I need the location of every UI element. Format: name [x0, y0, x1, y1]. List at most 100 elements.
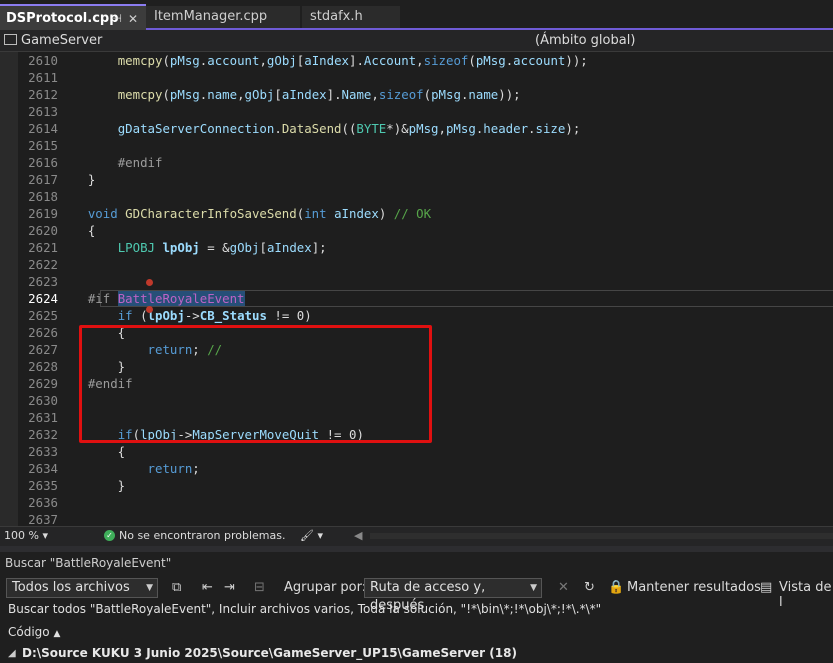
line-number: 2626 — [28, 325, 58, 340]
code-line[interactable]: 2634 return; — [0, 460, 833, 477]
project-dropdown[interactable]: GameServer — [4, 32, 504, 49]
line-number: 2618 — [28, 189, 58, 204]
zoom-level-dropdown[interactable]: 100 % ▾ — [4, 527, 48, 545]
tab-itemmanager-cpp[interactable]: ItemManager.cpp — [146, 6, 300, 28]
line-number: 2621 — [28, 240, 58, 255]
code-line[interactable]: 2621 LPOBJ lpObj = &gObj[aIndex]; — [0, 239, 833, 256]
sort-up-icon: ▲ — [53, 629, 61, 639]
code-line[interactable]: 2637 — [0, 511, 833, 526]
code-line[interactable]: 2636 — [0, 494, 833, 511]
line-number: 2632 — [28, 427, 58, 442]
code-text[interactable]: { — [58, 443, 125, 460]
group-by-select[interactable]: Ruta de acceso y, después ▼ — [364, 578, 542, 613]
code-line[interactable]: 2610 memcpy(pMsg.account,gObj[aIndex].Ac… — [0, 52, 833, 69]
find-results-panel: Buscar "BattleRoyaleEvent" Todos los arc… — [0, 552, 833, 663]
breakpoint-marker — [146, 279, 153, 286]
code-column-label: Código — [8, 625, 50, 639]
code-text[interactable]: if (lpObj->CB_Status != 0) — [58, 307, 312, 324]
line-number: 2634 — [28, 461, 58, 476]
list-view-button[interactable]: Vista de l — [779, 580, 833, 610]
code-line[interactable]: 2620 { — [0, 222, 833, 239]
chevron-down-icon: ▼ — [146, 583, 153, 593]
code-text[interactable]: void GDCharacterInfoSaveSend(int aIndex)… — [58, 205, 431, 222]
project-icon — [4, 34, 17, 45]
tab-label: stdafx.h — [310, 9, 363, 24]
previous-result-icon[interactable]: ⇤ — [202, 580, 213, 595]
line-number: 2631 — [28, 410, 58, 425]
copy-icon[interactable]: ⧉ — [172, 580, 181, 595]
line-number: 2617 — [28, 172, 58, 187]
clear-filter-icon[interactable]: ⊟ — [254, 580, 265, 595]
tab-stdafx-h[interactable]: stdafx.h — [302, 6, 400, 28]
line-number: 2636 — [28, 495, 58, 510]
chevron-down-icon[interactable]: ◢ — [8, 644, 16, 663]
code-text[interactable]: { — [58, 222, 95, 239]
result-path: D:\Source KUKU 3 Junio 2025\Source\GameS… — [22, 646, 517, 660]
list-view-icon[interactable]: ▤ — [760, 580, 772, 595]
line-number: 2629 — [28, 376, 58, 391]
close-icon[interactable]: ✕ — [128, 6, 138, 32]
code-text[interactable]: LPOBJ lpObj = &gObj[aIndex]; — [58, 239, 327, 256]
lock-icon[interactable]: 🔒 — [608, 580, 624, 595]
code-line[interactable]: 2619 void GDCharacterInfoSaveSend(int aI… — [0, 205, 833, 222]
code-text[interactable]: memcpy(pMsg.name,gObj[aIndex].Name,sizeo… — [58, 86, 521, 103]
zoom-value: 100 % — [4, 529, 39, 542]
line-number: 2613 — [28, 104, 58, 119]
group-by-label: Agrupar por: — [284, 580, 367, 595]
line-number: 2635 — [28, 478, 58, 493]
scope-label: (Ámbito global) — [535, 33, 636, 48]
line-number: 2637 — [28, 512, 58, 526]
code-line[interactable]: 2622 — [0, 256, 833, 273]
code-line[interactable]: 2618 — [0, 188, 833, 205]
highlight-annotation-box — [79, 325, 432, 443]
code-text[interactable]: memcpy(pMsg.account,gObj[aIndex].Account… — [58, 52, 588, 69]
breakpoint-marker — [146, 306, 153, 313]
code-line[interactable]: 2614 gDataServerConnection.DataSend((BYT… — [0, 120, 833, 137]
line-number: 2624 — [28, 291, 58, 306]
pin-icon[interactable]: ⊣ — [112, 6, 122, 32]
code-cleanup-icon[interactable]: 🖌 ▾ — [300, 527, 323, 545]
search-description: Buscar todos "BattleRoyaleEvent", Inclui… — [8, 602, 602, 616]
next-result-icon[interactable]: ⇥ — [224, 580, 235, 595]
code-column-header[interactable]: Código ▲ — [8, 625, 60, 639]
editor-status-bar: 100 % ▾ ✓ No se encontraron problemas. 🖌 … — [0, 526, 833, 546]
line-number: 2614 — [28, 121, 58, 136]
scope-select-value: Todos los archivos — [12, 580, 130, 595]
line-number: 2612 — [28, 87, 58, 102]
navigation-bar: GameServer (Ámbito global) — [0, 30, 833, 52]
keep-results-button[interactable]: Mantener resultados — [627, 580, 761, 595]
scope-select[interactable]: Todos los archivos ▼ — [6, 578, 158, 598]
code-line[interactable]: 2625 if (lpObj->CB_Status != 0) — [0, 307, 833, 324]
no-issues-indicator[interactable]: ✓ No se encontraron problemas. — [104, 527, 285, 545]
code-line[interactable]: 2613 — [0, 103, 833, 120]
code-line[interactable]: 2635 } — [0, 477, 833, 494]
scope-dropdown[interactable]: (Ámbito global) — [505, 32, 833, 49]
code-text[interactable]: } — [58, 171, 95, 188]
code-line[interactable]: 2611 — [0, 69, 833, 86]
refresh-icon[interactable]: ↻ — [584, 580, 595, 595]
line-number: 2625 — [28, 308, 58, 323]
code-line[interactable]: 2615 — [0, 137, 833, 154]
line-number: 2620 — [28, 223, 58, 238]
code-editor[interactable]: 2610 memcpy(pMsg.account,gObj[aIndex].Ac… — [0, 52, 833, 526]
check-icon: ✓ — [104, 529, 115, 541]
code-line[interactable]: 2616 #endif — [0, 154, 833, 171]
horizontal-scrollbar[interactable] — [370, 533, 833, 539]
find-toolbar: Todos los archivos ▼ ⧉ ⇤ ⇥ ⊟ Agrupar por:… — [0, 576, 833, 613]
code-line[interactable]: 2617 } — [0, 171, 833, 188]
code-line[interactable]: 2633 { — [0, 443, 833, 460]
code-text[interactable]: #endif — [58, 154, 163, 171]
code-text[interactable]: return; — [58, 460, 200, 477]
code-text[interactable]: } — [58, 477, 125, 494]
code-line[interactable]: 2612 memcpy(pMsg.name,gObj[aIndex].Name,… — [0, 86, 833, 103]
tab-dsprotocol-cpp[interactable]: DSProtocol.cpp ⊣ ✕ — [0, 4, 146, 30]
result-group-row[interactable]: ◢ D:\Source KUKU 3 Junio 2025\Source\Gam… — [0, 644, 833, 663]
scroll-left-arrow[interactable]: ◀ — [354, 527, 362, 545]
close-icon[interactable]: ✕ — [558, 580, 569, 595]
code-line[interactable]: 2624 #if BattleRoyaleEvent — [0, 290, 833, 307]
status-message: No se encontraron problemas. — [119, 529, 286, 542]
chevron-down-icon: ▼ — [530, 583, 537, 593]
code-line[interactable]: 2623 — [0, 273, 833, 290]
code-text[interactable]: #if BattleRoyaleEvent — [58, 290, 245, 307]
code-text[interactable]: gDataServerConnection.DataSend((BYTE*)&p… — [58, 120, 581, 137]
